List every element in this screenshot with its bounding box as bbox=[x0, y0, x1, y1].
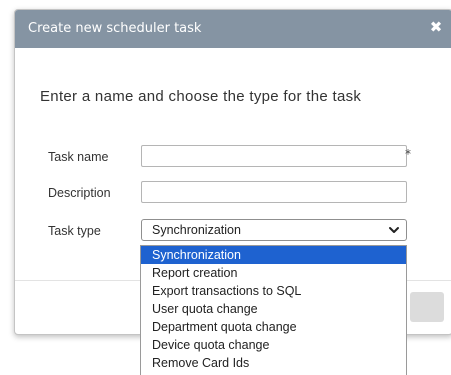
dropdown-option[interactable]: Remove Card Ids bbox=[141, 354, 406, 372]
task-type-select[interactable]: Synchronization bbox=[141, 219, 407, 241]
task-name-label: Task name bbox=[48, 150, 109, 164]
dropdown-option[interactable]: User quota change bbox=[141, 300, 406, 318]
task-type-dropdown-list: Synchronization Report creation Export tra… bbox=[140, 245, 407, 375]
task-type-label: Task type bbox=[48, 224, 101, 238]
close-icon[interactable]: ✖ bbox=[428, 18, 444, 36]
task-name-input[interactable] bbox=[141, 145, 407, 167]
description-label: Description bbox=[48, 186, 111, 200]
dropdown-option[interactable]: Report creation bbox=[141, 264, 406, 282]
dialog-title: Create new scheduler task bbox=[28, 21, 202, 36]
dropdown-option[interactable]: Export transactions to SQL bbox=[141, 282, 406, 300]
chevron-down-icon bbox=[389, 227, 399, 233]
dropdown-option[interactable]: Device quota change bbox=[141, 336, 406, 354]
required-marker: * bbox=[405, 147, 411, 161]
task-type-selected-value: Synchronization bbox=[152, 223, 241, 237]
footer-button[interactable] bbox=[410, 292, 444, 322]
description-input[interactable] bbox=[141, 181, 407, 203]
dropdown-option[interactable]: Department quota change bbox=[141, 318, 406, 336]
dialog-heading: Enter a name and choose the type for the… bbox=[40, 88, 362, 105]
dialog-titlebar[interactable]: Create new scheduler task ✖ bbox=[15, 10, 451, 48]
dropdown-option[interactable]: Synchronization bbox=[141, 246, 406, 264]
